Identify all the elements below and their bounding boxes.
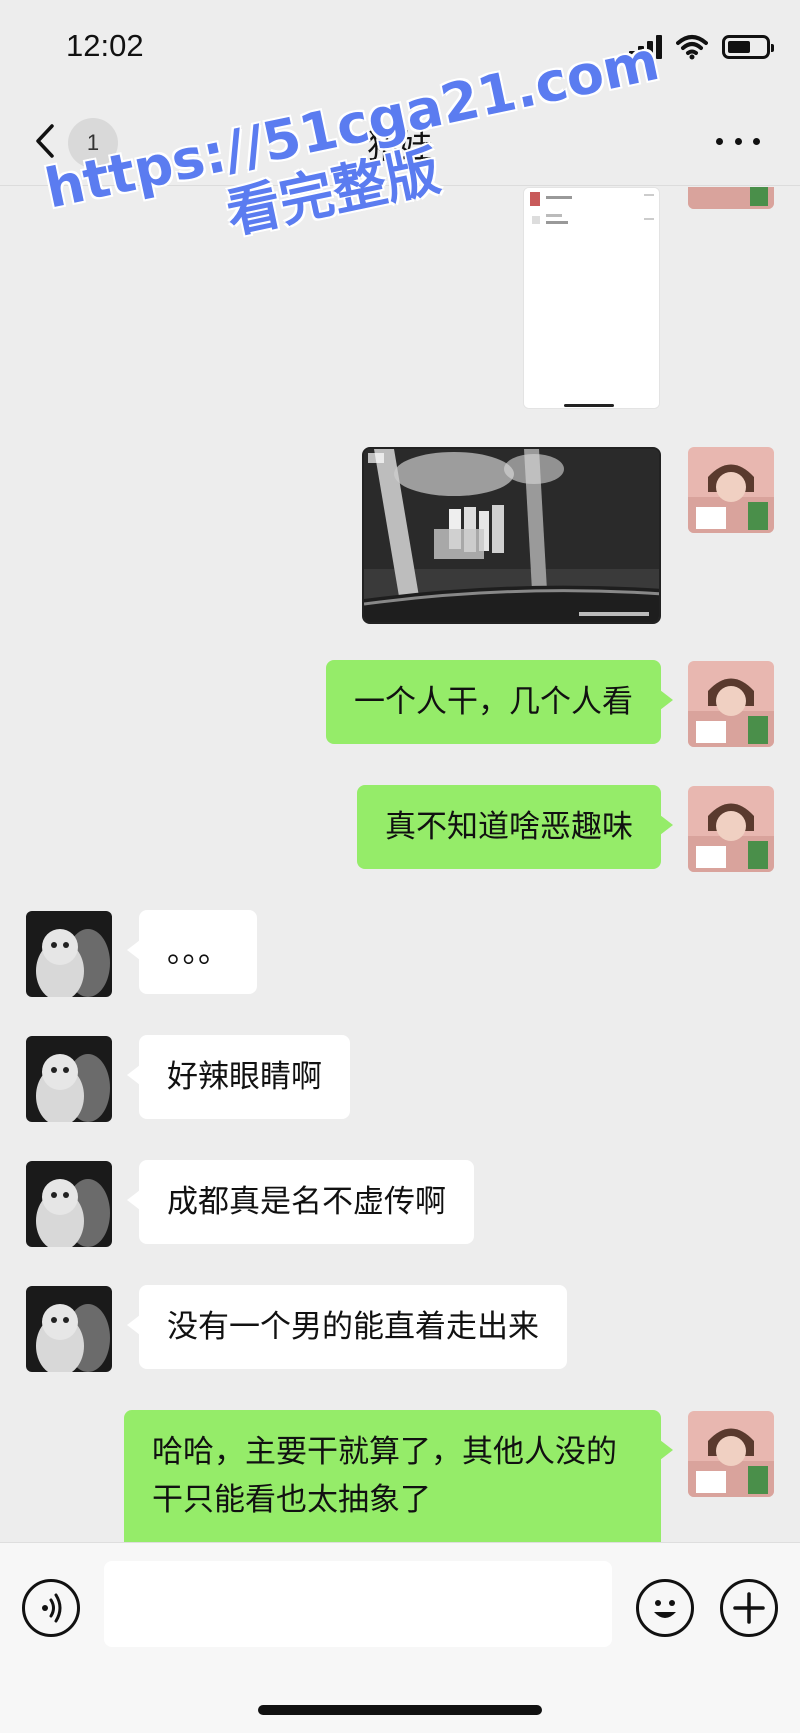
more-icon-dot: [716, 137, 723, 145]
contact-avatar[interactable]: [26, 911, 112, 997]
message-bubble-received[interactable]: 成都真是名不虚传啊: [127, 1160, 474, 1244]
contact-avatar[interactable]: [26, 1036, 112, 1122]
more-button[interactable]: [716, 126, 760, 156]
more-icon-dot: [734, 137, 742, 145]
image-message-photo[interactable]: [362, 447, 661, 624]
image-message-screenshot[interactable]: [523, 187, 660, 409]
message-bubble-received[interactable]: 没有一个男的能直着走出来: [127, 1285, 567, 1369]
emoji-button[interactable]: [636, 1579, 694, 1637]
voice-icon: [42, 1593, 62, 1623]
voice-button[interactable]: [22, 1579, 80, 1637]
battery-level: [728, 41, 750, 53]
message-input[interactable]: [104, 1561, 612, 1647]
message-bubble-sent[interactable]: 哈哈，主要干就算了，其他人没的干只能看也太抽象了: [124, 1410, 673, 1542]
emoji-icon: [654, 1600, 676, 1618]
signal-icon: [629, 35, 662, 59]
my-avatar[interactable]: [688, 786, 774, 872]
home-indicator[interactable]: [258, 1705, 542, 1715]
status-bar: 12:02: [0, 0, 800, 96]
message-bubble-sent[interactable]: 真不知道啥恶趣味: [357, 785, 673, 869]
input-bar: [0, 1542, 800, 1733]
message-bubble-received[interactable]: 。。。: [127, 910, 257, 994]
more-icon-dot: [753, 137, 760, 145]
my-avatar[interactable]: [688, 187, 774, 209]
chat-header: 1 猪娃: [0, 96, 800, 186]
message-list[interactable]: 一个人干，几个人看 真不知道啥恶趣味 。。。 好辣眼睛啊 成都真是名不虚传啊 没…: [0, 187, 800, 1542]
message-bubble-sent[interactable]: 一个人干，几个人看: [326, 660, 673, 744]
plus-icon: [733, 1592, 765, 1624]
status-time: 12:02: [66, 28, 144, 63]
contact-avatar[interactable]: [26, 1286, 112, 1372]
my-avatar[interactable]: [688, 661, 774, 747]
my-avatar[interactable]: [688, 447, 774, 533]
contact-avatar[interactable]: [26, 1161, 112, 1247]
my-avatar[interactable]: [688, 1411, 774, 1497]
status-icons: [629, 30, 774, 64]
message-bubble-received[interactable]: 好辣眼睛啊: [127, 1035, 350, 1119]
more-features-button[interactable]: [720, 1579, 778, 1637]
battery-icon: [722, 35, 774, 59]
chat-title: 猪娃: [367, 127, 433, 166]
wifi-icon: [676, 35, 708, 60]
